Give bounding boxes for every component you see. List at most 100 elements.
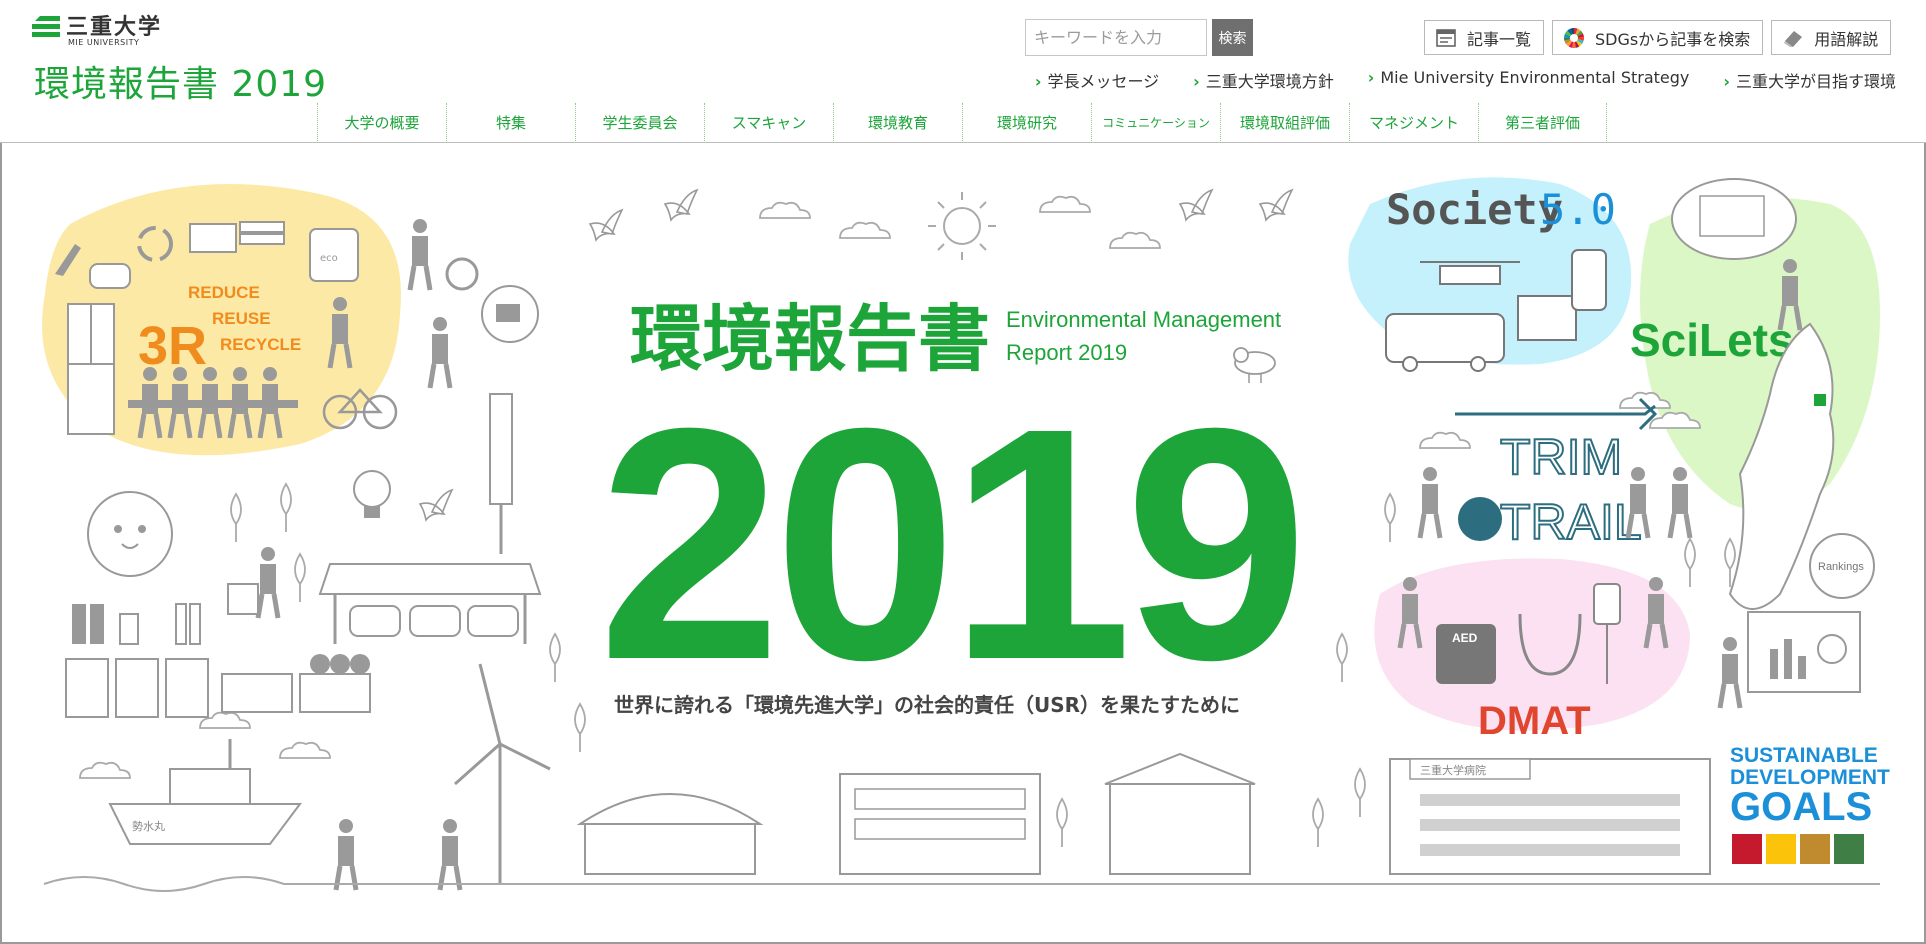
environment-policy-link[interactable]: 三重大学環境方針 <box>1193 68 1334 92</box>
presentation-bubble-icon <box>1671 178 1797 260</box>
nav-item-management[interactable]: マネジメント <box>1349 103 1478 141</box>
tree-icon <box>1684 538 1696 588</box>
society-version: 5.0 <box>1540 185 1616 234</box>
main-nav: 大学の概要 特集 学生委員会 スマキャン 環境教育 環境研究 コミュニケーション… <box>317 103 1607 141</box>
three-r-reduce: REDUCE <box>188 283 260 302</box>
cloud-icon <box>79 761 131 779</box>
tree-icon <box>1384 493 1396 543</box>
person-icon <box>410 219 430 290</box>
tree-icon <box>1312 798 1324 848</box>
hospital-name: 三重大学病院 <box>1420 763 1486 777</box>
volunteers-cleanup-icon <box>336 819 460 890</box>
lightbulb-icon <box>353 470 391 518</box>
search-button[interactable]: 検索 <box>1212 19 1253 56</box>
list-icon <box>1436 28 1456 47</box>
glossary-button[interactable]: 用語解説 <box>1771 20 1892 55</box>
sdgs-goal-tiles-icon <box>1732 834 1864 864</box>
university-name-jp: 三重大学 <box>66 15 163 40</box>
computer-monitor-icon <box>1517 295 1577 341</box>
article-list-label: 記事一覧 <box>1467 29 1532 49</box>
tree-icon <box>574 703 586 753</box>
aed-label: AED <box>1452 631 1478 645</box>
tree-icon <box>1336 633 1348 683</box>
search-input[interactable] <box>1025 19 1207 56</box>
hospital-building-icon: 三重大学病院 <box>1389 758 1711 875</box>
three-r-recycle: RECYCLE <box>220 335 301 354</box>
target-environment-link[interactable]: 三重大学が目指す環境 <box>1723 68 1896 92</box>
eraser-icon <box>1784 30 1803 47</box>
solar-carport-icon <box>318 563 542 644</box>
university-logo[interactable]: 三重大学 MIE UNIVERSITY <box>32 14 163 47</box>
eco-bag-label: eco <box>320 253 338 264</box>
sdgs-search-button[interactable]: SDGsから記事を検索 <box>1552 20 1764 55</box>
bird-icon <box>589 209 623 241</box>
society-label: Society <box>1386 185 1563 234</box>
whiteboard-chart-icon <box>1747 611 1861 693</box>
trim-label: TRIM <box>1500 429 1622 485</box>
sdgs-wheel-icon <box>1564 27 1585 48</box>
university-building-icon <box>839 773 1041 875</box>
nav-item-env-research[interactable]: 環境研究 <box>962 103 1091 141</box>
nav-item-student-committee[interactable]: 学生委員会 <box>575 103 704 141</box>
mie-university-logo-icon <box>32 14 60 37</box>
refrigerator-icon <box>67 303 115 435</box>
trim-trail-circle-icon <box>1458 497 1502 541</box>
hero-tagline: 世界に誇れる「環境先進大学」の社会的責任（USR）を果たすために <box>614 693 1240 717</box>
hero-illustration: 環境報告書 Environmental Management Report 20… <box>42 177 1890 944</box>
trash-basket-icon <box>227 583 259 615</box>
rankings-badge-icon: Rankings <box>1809 533 1875 599</box>
cloud-icon <box>1039 195 1091 213</box>
tree-icon <box>1354 768 1366 818</box>
bird-icon <box>1179 189 1213 221</box>
sub-links: 学長メッセージ 三重大学環境方針 Mie University Environm… <box>1035 68 1896 92</box>
aed-box-icon: AED <box>1436 624 1496 684</box>
nav-item-evaluation[interactable]: 環境取組評価 <box>1220 103 1349 141</box>
sdgs-line-1: SUSTAINABLE <box>1730 744 1878 767</box>
rankings-label: Rankings <box>1818 561 1864 573</box>
site-header: 三重大学 MIE UNIVERSITY 環境報告書 2019 検索 記事一覧 S… <box>0 0 1926 143</box>
glossary-label: 用語解説 <box>1814 29 1879 49</box>
sdgs-line-3: GOALS <box>1730 785 1872 829</box>
hero-banner[interactable]: 環境報告書 Environmental Management Report 20… <box>0 144 1926 944</box>
search-form: 検索 <box>1025 19 1253 56</box>
sun-icon <box>928 192 996 260</box>
president-message-link[interactable]: 学長メッセージ <box>1035 68 1159 92</box>
nav-item-smart-campus[interactable]: スマキャン <box>704 103 833 141</box>
hero-year: 2019 <box>598 359 1300 728</box>
wind-tower-icon <box>489 393 513 554</box>
dmat-label: DMAT <box>1478 699 1591 743</box>
person-icon <box>430 317 450 388</box>
nav-item-overview[interactable]: 大学の概要 <box>317 103 446 141</box>
flower-planters-icon <box>221 654 371 713</box>
article-list-button[interactable]: 記事一覧 <box>1424 20 1545 55</box>
nav-item-third-party[interactable]: 第三者評価 <box>1478 103 1607 141</box>
eco-bag-icon: eco <box>309 228 359 282</box>
walking-person-icon <box>1420 467 1440 538</box>
old-auditorium-icon <box>1104 752 1256 875</box>
dome-building-icon <box>576 793 764 875</box>
nav-item-communication[interactable]: コミュニケーション <box>1091 103 1220 141</box>
university-name-en: MIE UNIVERSITY <box>68 38 140 47</box>
site-title[interactable]: 環境報告書 2019 <box>34 55 327 107</box>
toolbar: 記事一覧 SDGsから記事を検索 用語解説 <box>1424 20 1892 55</box>
bus-icon <box>1385 313 1505 372</box>
bird-icon <box>419 489 453 521</box>
coffee-cup-bubble-icon <box>481 285 539 343</box>
running-person-icon <box>1670 467 1690 538</box>
wind-turbine-icon <box>454 663 551 884</box>
nav-item-env-education[interactable]: 環境教育 <box>833 103 962 141</box>
cloud-icon <box>1419 431 1471 449</box>
tree-icon <box>549 633 561 683</box>
trail-label: TRAIL <box>1500 494 1642 550</box>
sdgs-search-label: SDGsから記事を検索 <box>1595 29 1751 49</box>
environmental-strategy-link[interactable]: Mie University Environmental Strategy <box>1368 68 1689 92</box>
cloud-icon <box>759 201 811 219</box>
hero-title-en-1: Environmental Management <box>1006 307 1281 332</box>
nav-item-feature[interactable]: 特集 <box>446 103 575 141</box>
bird-icon <box>664 189 698 221</box>
bottles-icon <box>72 603 201 645</box>
bird-icon <box>1259 189 1293 221</box>
presenter-icon <box>1720 637 1740 708</box>
cloud-icon <box>1109 231 1161 249</box>
tree-icon <box>230 493 242 543</box>
